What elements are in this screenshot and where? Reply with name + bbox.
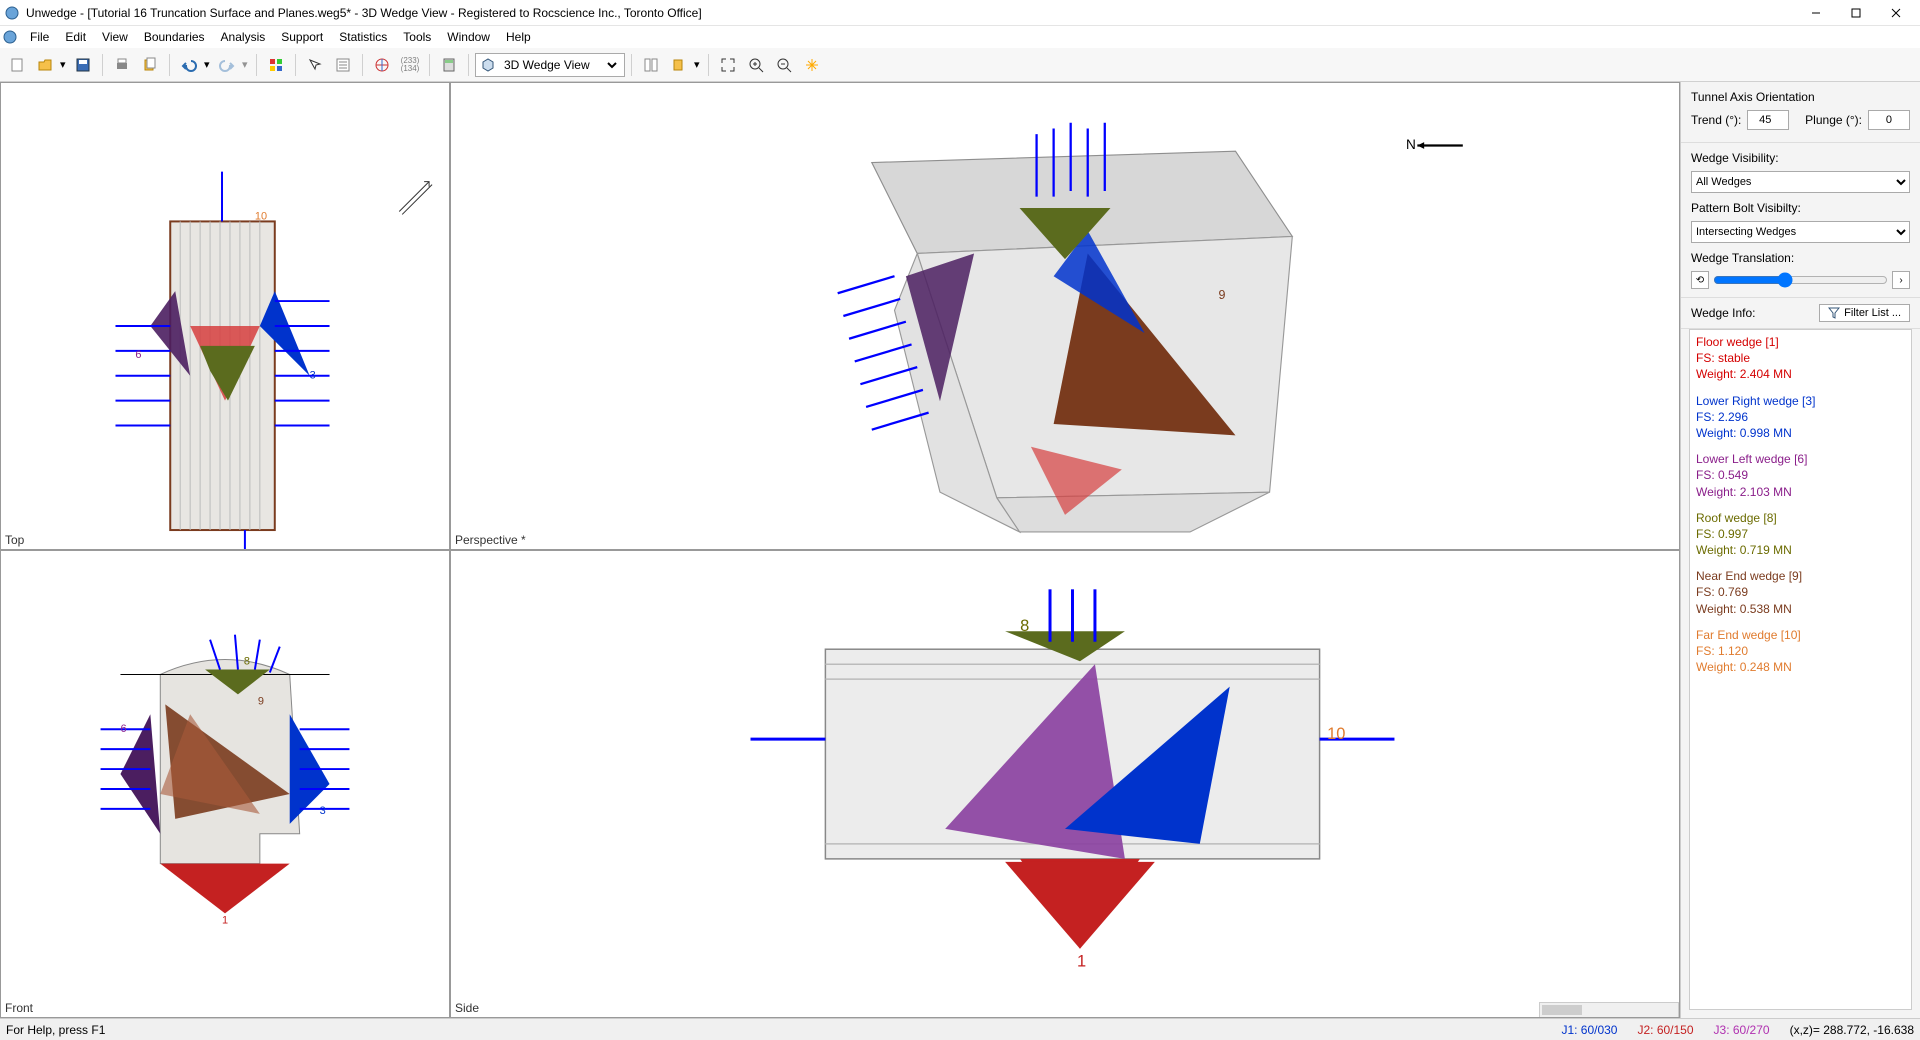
wedge-info-list[interactable]: Floor wedge [1]FS: stableWeight: 2.404 M… — [1689, 329, 1912, 1010]
translation-slider[interactable] — [1713, 272, 1888, 288]
undo-button[interactable] — [176, 52, 202, 78]
pattern-bolt-title: Pattern Bolt Visibilty: — [1691, 201, 1910, 215]
title-bar: Unwedge - [Tutorial 16 Truncation Surfac… — [0, 0, 1920, 26]
pattern-bolt-select[interactable]: Intersecting Wedges — [1691, 221, 1910, 243]
status-j3: J3: 60/270 — [1714, 1023, 1770, 1037]
viewport-side[interactable]: 8 10 1 Side — [450, 550, 1680, 1018]
wedge-visibility-title: Wedge Visibility: — [1691, 151, 1910, 165]
svg-text:10: 10 — [1327, 725, 1345, 743]
svg-text:6: 6 — [135, 349, 141, 361]
viewport-label: Perspective * — [455, 533, 526, 547]
svg-text:3: 3 — [320, 805, 326, 817]
svg-text:6: 6 — [120, 723, 126, 735]
cube-icon — [480, 57, 496, 73]
trend-label: Trend (°): — [1691, 113, 1741, 127]
zoom-in-button[interactable] — [743, 52, 769, 78]
wedge-info-title: Wedge Info: — [1691, 306, 1756, 320]
trend-input[interactable] — [1747, 110, 1789, 130]
view-selector[interactable]: 3D Wedge View — [475, 53, 625, 77]
app-small-icon — [2, 29, 18, 45]
stereonet-button[interactable] — [369, 52, 395, 78]
redo-dropdown-icon[interactable]: ▾ — [242, 58, 250, 71]
copy-metafile-button[interactable] — [137, 52, 163, 78]
filter-list-button[interactable]: Filter List ... — [1819, 304, 1910, 322]
new-button[interactable] — [4, 52, 30, 78]
wedge-info-item[interactable]: Floor wedge [1]FS: stableWeight: 2.404 M… — [1696, 334, 1905, 383]
wedge-info-item[interactable]: Roof wedge [8]FS: 0.997Weight: 0.719 MN — [1696, 510, 1905, 559]
translation-reset-button[interactable]: ⟲ — [1691, 271, 1709, 289]
svg-text:8: 8 — [1020, 617, 1029, 635]
display-options-button[interactable] — [263, 52, 289, 78]
menu-support[interactable]: Support — [273, 28, 331, 46]
dropdown-arrow-icon[interactable]: ▾ — [60, 58, 68, 71]
svg-text:1: 1 — [222, 914, 228, 926]
viewport-label: Front — [5, 1001, 33, 1015]
view-selector-dropdown[interactable]: 3D Wedge View — [500, 57, 620, 73]
redo-button[interactable] — [214, 52, 240, 78]
open-button[interactable] — [32, 52, 58, 78]
status-j2: J2: 60/150 — [1637, 1023, 1693, 1037]
menu-analysis[interactable]: Analysis — [213, 28, 274, 46]
svg-text:9: 9 — [258, 695, 264, 707]
print-button[interactable] — [109, 52, 135, 78]
undo-dropdown-icon[interactable]: ▾ — [204, 58, 212, 71]
copy-view-button[interactable] — [666, 52, 692, 78]
menu-boundaries[interactable]: Boundaries — [136, 28, 213, 46]
pane-layout-button[interactable] — [638, 52, 664, 78]
svg-text:9: 9 — [1218, 288, 1225, 302]
axis-orientation-title: Tunnel Axis Orientation — [1691, 90, 1910, 104]
status-j1: J1: 60/030 — [1561, 1023, 1617, 1037]
plunge-input[interactable] — [1868, 110, 1910, 130]
viewport-area: 10 6 3 Top N — [0, 82, 1680, 1018]
svg-text:N: N — [1406, 137, 1416, 152]
maximize-button[interactable] — [1836, 0, 1876, 26]
close-button[interactable] — [1876, 0, 1916, 26]
wedge-info-item[interactable]: Lower Left wedge [6]FS: 0.549Weight: 2.1… — [1696, 451, 1905, 500]
svg-text:10: 10 — [255, 210, 267, 222]
status-coords: (x,z)= 288.772, -16.638 — [1790, 1023, 1914, 1037]
viewport-front[interactable]: 8 9 6 3 1 Front — [0, 550, 450, 1018]
wedge-info-item[interactable]: Far End wedge [10]FS: 1.120Weight: 0.248… — [1696, 627, 1905, 676]
select-button[interactable] — [302, 52, 328, 78]
menu-window[interactable]: Window — [439, 28, 498, 46]
filter-icon — [1828, 307, 1840, 319]
wedge-info-item[interactable]: Lower Right wedge [3]FS: 2.296Weight: 0.… — [1696, 393, 1905, 442]
toolbar: ▾ ▾ ▾ (233)(134) 3D Wedge View ▾ — [0, 48, 1920, 82]
window-title: Unwedge - [Tutorial 16 Truncation Surfac… — [26, 6, 1796, 20]
viewport-label: Top — [5, 533, 24, 547]
viewport-perspective[interactable]: N 9 Perspectiv — [450, 82, 1680, 550]
menu-help[interactable]: Help — [498, 28, 539, 46]
info-viewer-button[interactable] — [330, 52, 356, 78]
side-panel: Tunnel Axis Orientation Trend (°): Plung… — [1680, 82, 1920, 1018]
viewport-top[interactable]: 10 6 3 Top — [0, 82, 450, 550]
zoom-extents-button[interactable] — [715, 52, 741, 78]
minimize-button[interactable] — [1796, 0, 1836, 26]
joint-settings-button[interactable]: (233)(134) — [397, 52, 423, 78]
wedge-info-item[interactable]: Near End wedge [9]FS: 0.769Weight: 0.538… — [1696, 568, 1905, 617]
svg-text:3: 3 — [310, 370, 316, 382]
menu-view[interactable]: View — [94, 28, 136, 46]
viewport-label: Side — [455, 1001, 479, 1015]
menu-file[interactable]: File — [22, 28, 57, 46]
horizontal-scrollbar[interactable] — [1539, 1002, 1679, 1018]
svg-text:1: 1 — [1077, 953, 1086, 971]
translation-end-button[interactable]: › — [1892, 271, 1910, 289]
compute-button[interactable] — [436, 52, 462, 78]
wedge-visibility-select[interactable]: All Wedges — [1691, 171, 1910, 193]
status-bar: For Help, press F1 J1: 60/030 J2: 60/150… — [0, 1018, 1920, 1040]
menu-bar: File Edit View Boundaries Analysis Suppo… — [0, 26, 1920, 48]
save-button[interactable] — [70, 52, 96, 78]
app-icon — [4, 5, 20, 21]
status-help: For Help, press F1 — [6, 1023, 105, 1037]
pan-button[interactable] — [799, 52, 825, 78]
menu-statistics[interactable]: Statistics — [331, 28, 395, 46]
menu-edit[interactable]: Edit — [57, 28, 94, 46]
svg-text:8: 8 — [244, 656, 250, 668]
plunge-label: Plunge (°): — [1805, 113, 1862, 127]
menu-tools[interactable]: Tools — [395, 28, 439, 46]
zoom-out-button[interactable] — [771, 52, 797, 78]
copy-dropdown-icon[interactable]: ▾ — [694, 58, 702, 71]
wedge-translation-title: Wedge Translation: — [1691, 251, 1910, 265]
